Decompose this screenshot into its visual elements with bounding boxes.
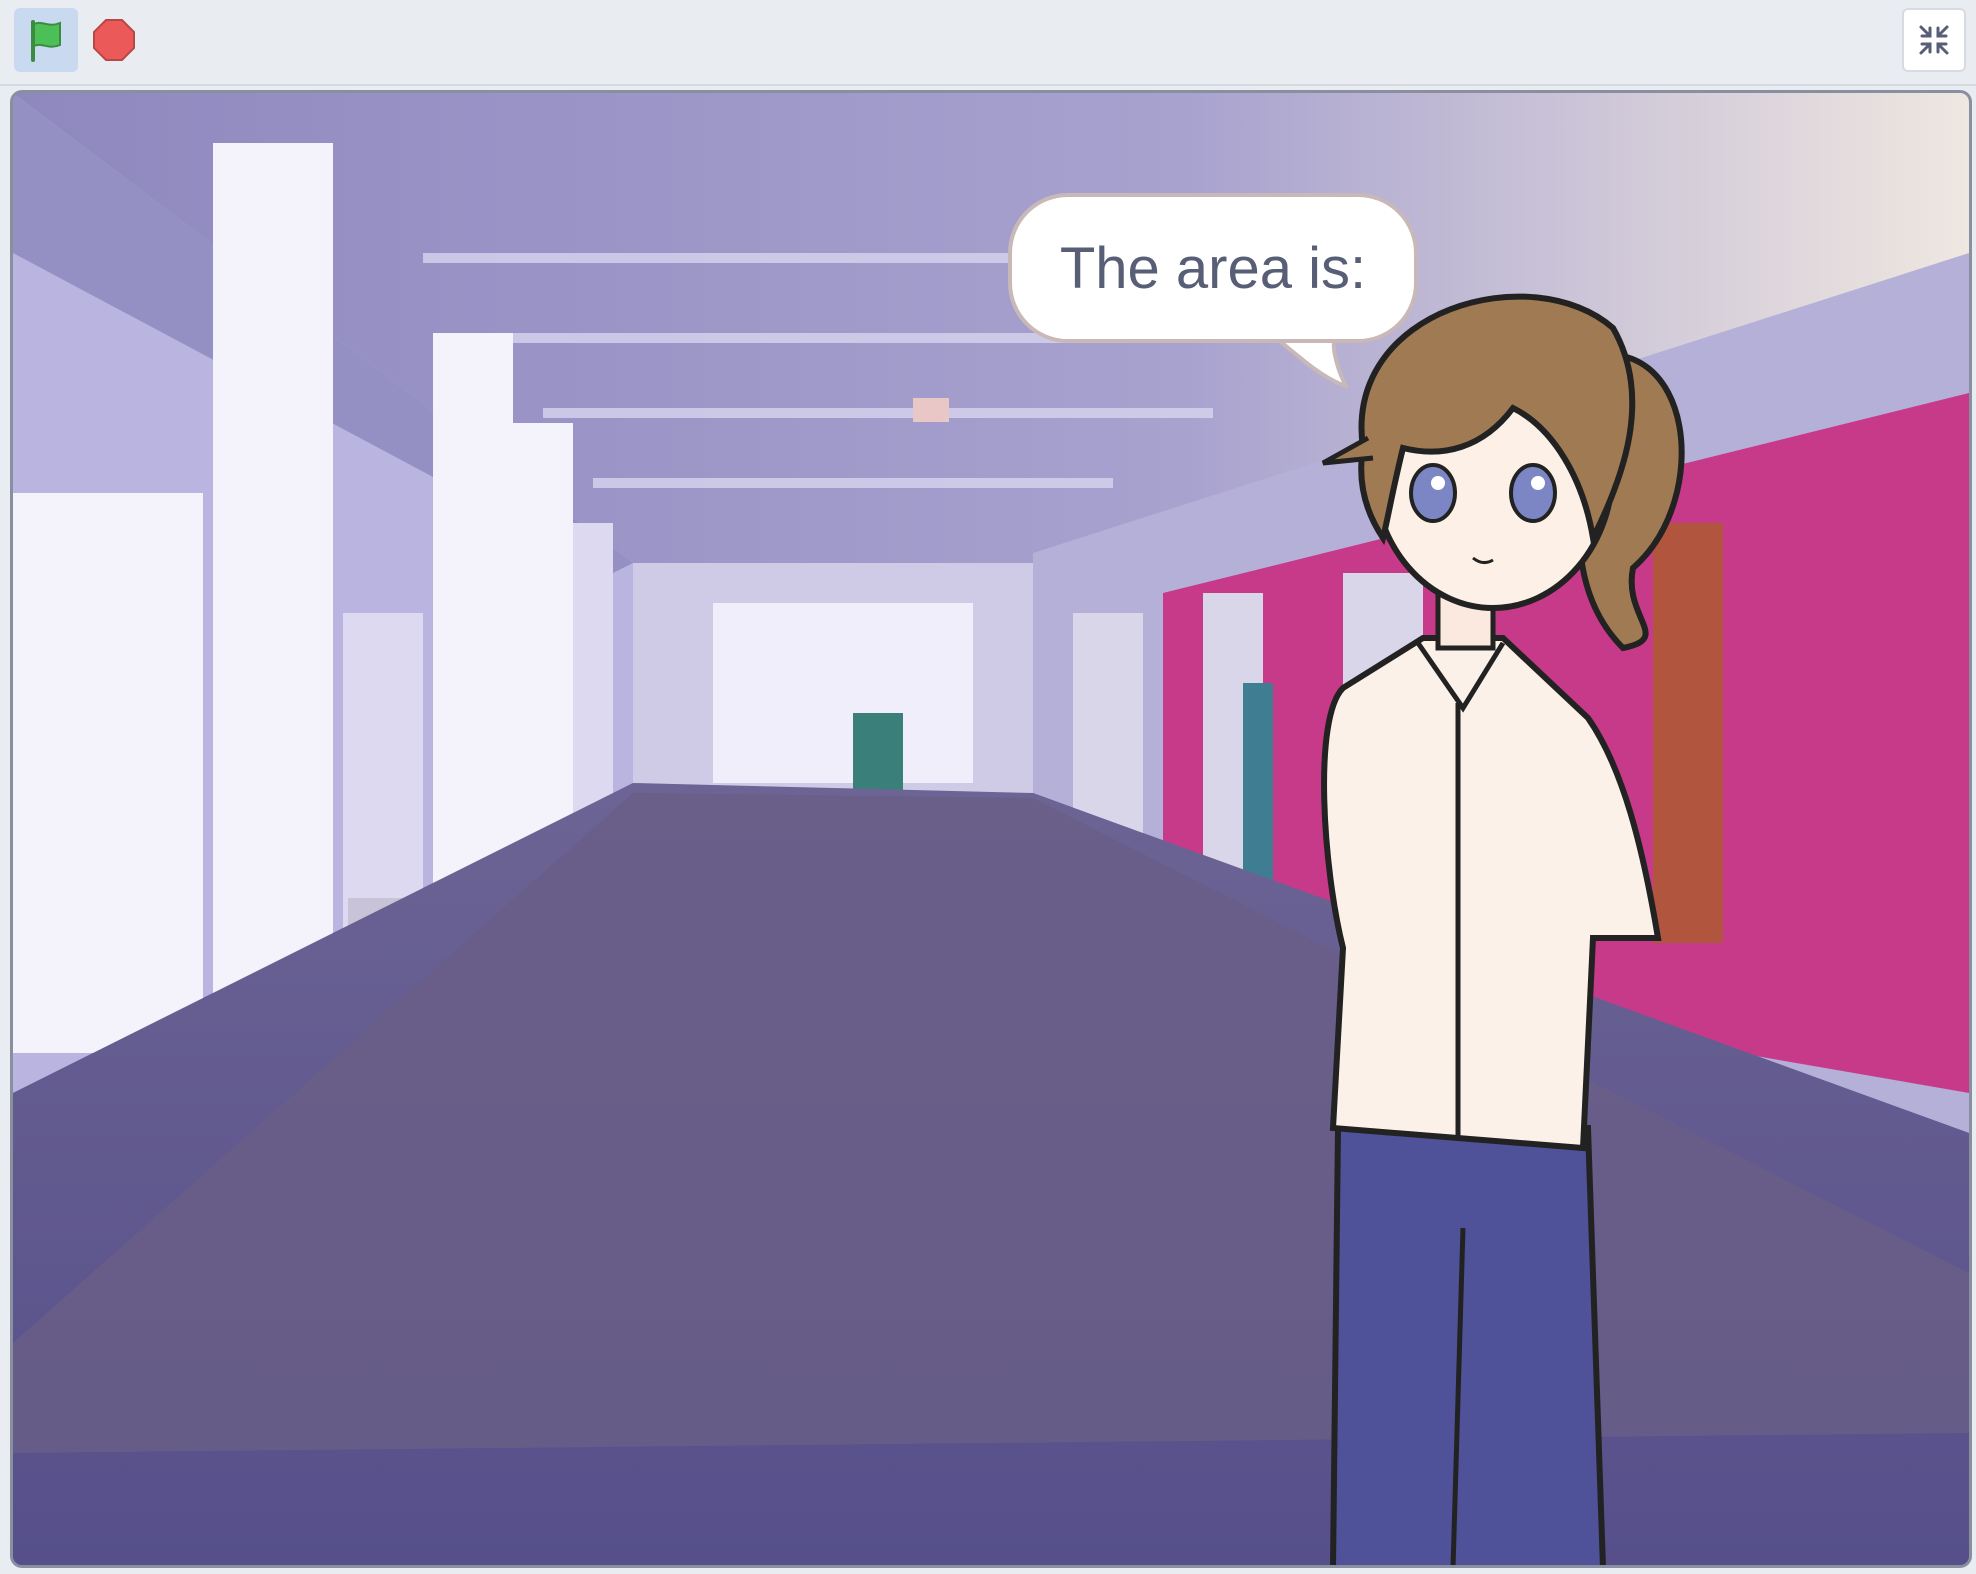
speech-bubble: The area is: bbox=[1008, 193, 1418, 343]
stage[interactable]: The area is: bbox=[10, 90, 1972, 1568]
girl-sprite[interactable] bbox=[1193, 248, 1753, 1568]
green-flag-button[interactable] bbox=[14, 8, 78, 72]
stage-header bbox=[0, 0, 1976, 86]
stop-button[interactable] bbox=[84, 10, 144, 70]
green-flag-icon bbox=[31, 20, 61, 62]
exit-fullscreen-icon bbox=[1919, 25, 1949, 55]
stop-sign-icon bbox=[93, 19, 135, 61]
exit-fullscreen-button[interactable] bbox=[1902, 8, 1966, 72]
speech-bubble-text: The area is: bbox=[1059, 235, 1367, 301]
